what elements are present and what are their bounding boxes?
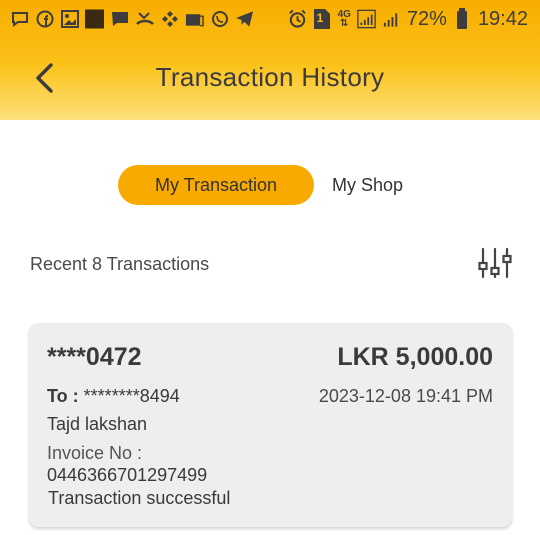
sim-icon: 1 [313, 9, 332, 29]
transaction-card[interactable]: ****0472 LKR 5,000.00 To : ********8494 … [29, 323, 512, 527]
gallery-icon [60, 10, 79, 29]
chat-bubble-icon [10, 10, 29, 29]
transaction-tab-switch: My Transaction My Shop [118, 165, 403, 205]
binance-icon [160, 10, 179, 29]
signal-bars-icon [382, 10, 401, 29]
clock: 19:42 [477, 7, 528, 30]
transaction-amount: LKR 5,000.00 [337, 343, 493, 371]
battery-icon [453, 8, 472, 29]
filter-button[interactable] [478, 246, 512, 280]
invoice-label: Invoice No : [47, 443, 143, 463]
recipient-label: To : [47, 386, 79, 406]
transaction-datetime: 2023-12-08 19:41 PM [318, 386, 493, 406]
square-icon [85, 9, 104, 29]
battery-percent: 72% [406, 7, 447, 30]
telegram-icon [235, 10, 254, 29]
alarm-icon [288, 9, 307, 29]
recipient-account: ********8494 [83, 386, 180, 406]
message-icon [110, 10, 129, 29]
page-title: Transaction History [155, 62, 385, 92]
transaction-status: Transaction successful [48, 488, 231, 508]
news-icon [185, 10, 204, 29]
recipient-line: To : ********8494 [47, 386, 180, 407]
status-bar: 1 4G ⇅ 72% 19:42 [0, 0, 540, 38]
whatsapp-icon [210, 10, 229, 29]
facebook-icon [35, 10, 54, 29]
filter-sliders-icon [478, 247, 512, 279]
header-bar: 1 4G ⇅ 72% 19:42 Transaction History [0, 0, 540, 120]
recipient-name: Tajd lakshan [47, 414, 148, 434]
signal-icon [357, 9, 376, 29]
tab-my-transaction[interactable]: My Transaction [118, 165, 314, 205]
sim-badge: 1 [316, 10, 324, 25]
tab-my-shop[interactable]: My Shop [332, 175, 403, 196]
invoice-number: 0446366701297499 [47, 465, 208, 485]
account-number: ****0472 [47, 343, 142, 371]
missed-call-icon [135, 10, 154, 29]
network-label: 4G [337, 9, 351, 20]
network-type: 4G ⇅ [337, 9, 351, 29]
transactions-summary: Recent 8 Transactions [30, 254, 210, 274]
